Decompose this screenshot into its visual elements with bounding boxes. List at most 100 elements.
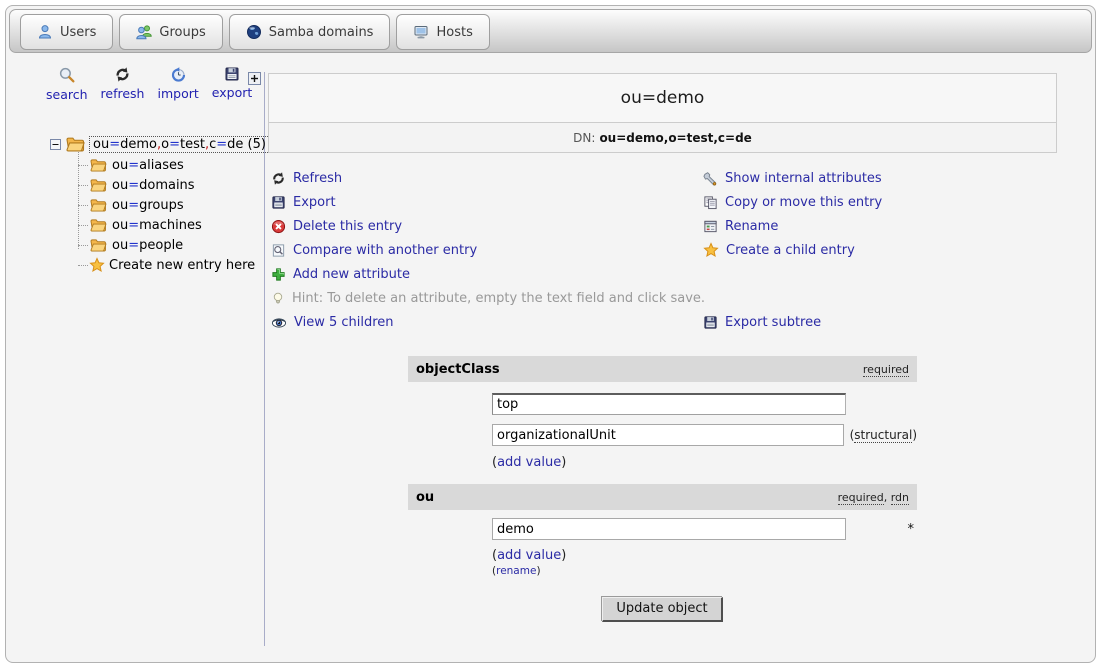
delete-entry-label: Delete this entry <box>293 219 402 234</box>
compare-icon <box>271 243 286 258</box>
rename-action[interactable]: Rename <box>703 219 1063 234</box>
search-tool[interactable]: search <box>46 66 88 102</box>
add-value-link[interactable]: add value <box>497 548 561 563</box>
attribute-flags: required <box>863 363 909 376</box>
entry-header: ou=demo DN: ou=demo,o=test,c=de <box>268 73 1057 153</box>
collapse-icon[interactable] <box>50 139 61 150</box>
attribute-name: objectClass <box>416 362 500 377</box>
copy-or-move-label: Copy or move this entry <box>725 195 882 210</box>
lightbulb-icon <box>271 291 285 306</box>
rename-action-label: Rename <box>725 219 778 234</box>
dn-value: ou=demo,o=test,c=de <box>599 131 751 145</box>
refresh-icon <box>114 66 131 83</box>
compare-action[interactable]: Compare with another entry <box>271 243 703 258</box>
group-icon <box>136 24 152 40</box>
star-icon <box>703 242 719 258</box>
create-child-label: Create a child entry <box>726 243 855 258</box>
refresh-tool[interactable]: refresh <box>101 66 145 102</box>
copy-icon <box>703 195 718 210</box>
tab-groups-label: Groups <box>159 25 205 40</box>
view-children-action[interactable]: View 5 children <box>271 315 703 330</box>
entry-title: ou=demo <box>269 74 1056 123</box>
export-tool[interactable]: export <box>212 66 253 102</box>
create-child-action[interactable]: Create a child entry <box>703 242 1063 258</box>
delete-icon <box>271 219 286 234</box>
show-internal-attributes-action[interactable]: Show internal attributes <box>703 171 1063 186</box>
folder-icon <box>89 178 107 192</box>
hint-row: Hint: To delete an attribute, empty the … <box>271 291 1063 306</box>
attribute-header-objectclass: objectClass required <box>408 356 917 382</box>
objectclass-value-input-1[interactable] <box>492 393 846 415</box>
floppy-icon <box>224 66 240 82</box>
rename-icon <box>703 219 718 234</box>
attribute-flags: required, rdn <box>838 491 909 504</box>
sidebar-toolbar: search refresh import export <box>46 66 252 102</box>
tree-item-label: ou=groups <box>112 198 184 213</box>
export-tool-label: export <box>212 85 253 100</box>
add-attribute-action[interactable]: Add new attribute <box>271 267 703 282</box>
ou-value-input[interactable] <box>492 518 846 540</box>
floppy-icon <box>703 315 718 330</box>
compare-action-label: Compare with another entry <box>293 243 477 258</box>
entry-dn-row: DN: ou=demo,o=test,c=de <box>269 123 1056 152</box>
export-subtree-action[interactable]: Export subtree <box>703 315 1063 330</box>
tab-strip: Users Groups Samba domains Hosts <box>9 9 1092 53</box>
refresh-action[interactable]: Refresh <box>271 171 703 186</box>
add-value-row: (add value) <box>408 455 917 470</box>
refresh-icon <box>271 171 286 186</box>
tree-item-machines[interactable]: ou=machines <box>50 215 270 235</box>
plus-icon <box>271 267 286 282</box>
rename-row: (rename) <box>408 565 917 577</box>
open-folder-icon[interactable] <box>65 136 85 152</box>
floppy-icon <box>271 195 286 210</box>
tree-item-create-new-entry[interactable]: Create new entry here <box>50 255 270 275</box>
dn-label: DN: <box>573 131 595 145</box>
tree-item-label: ou=people <box>112 238 183 253</box>
tab-groups[interactable]: Groups <box>119 14 222 50</box>
tab-bar: Users Groups Samba domains Hosts <box>20 14 490 50</box>
refresh-tool-label: refresh <box>101 86 145 101</box>
show-internal-attributes-label: Show internal attributes <box>725 171 882 186</box>
tab-samba-domains-label: Samba domains <box>269 25 374 40</box>
tab-samba-domains[interactable]: Samba domains <box>229 14 391 50</box>
tree-item-people[interactable]: ou=people <box>50 235 270 255</box>
update-object-button[interactable]: Update object <box>602 597 722 622</box>
tab-users[interactable]: Users <box>20 14 113 50</box>
attribute-value-row: * <box>408 518 917 540</box>
refresh-action-label: Refresh <box>293 171 342 186</box>
tree-item-aliases[interactable]: ou=aliases <box>50 155 270 175</box>
tree-item-label: ou=domains <box>112 178 195 193</box>
export-action[interactable]: Export <box>271 195 703 210</box>
tree-root-row: ou=demo,o=test,c=de (5) <box>50 133 270 155</box>
rename-link[interactable]: rename <box>496 565 536 577</box>
expand-tree-button[interactable] <box>248 70 261 83</box>
ldap-tree: ou=demo,o=test,c=de (5) ou=aliases ou=do… <box>50 133 270 275</box>
tree-item-groups[interactable]: ou=groups <box>50 195 270 215</box>
objectclass-value-input-2[interactable] <box>492 424 844 446</box>
globe-icon <box>246 24 262 40</box>
wrench-icon <box>703 171 718 186</box>
attribute-value-row: (structural) <box>408 424 917 446</box>
attribute-value-row <box>408 393 917 415</box>
phpldapadmin-window: Users Groups Samba domains Hosts search … <box>5 5 1096 663</box>
tree-root-entry[interactable]: ou=demo,o=test,c=de (5) <box>89 136 270 153</box>
view-children-label: View 5 children <box>294 315 394 330</box>
folder-icon <box>89 238 107 252</box>
required-asterisk: * <box>908 522 918 537</box>
delete-entry-action[interactable]: Delete this entry <box>271 219 703 234</box>
tree-children: ou=aliases ou=domains ou=groups ou=machi… <box>50 155 270 275</box>
tab-hosts[interactable]: Hosts <box>396 14 489 50</box>
import-icon <box>170 66 187 83</box>
add-attribute-label: Add new attribute <box>293 267 410 282</box>
tree-item-domains[interactable]: ou=domains <box>50 175 270 195</box>
attribute-name: ou <box>416 490 434 505</box>
attribute-header-ou: ou required, rdn <box>408 484 917 510</box>
tree-item-label: ou=aliases <box>112 158 184 173</box>
add-value-link[interactable]: add value <box>497 455 561 470</box>
update-button-row: Update object <box>408 597 917 622</box>
copy-or-move-action[interactable]: Copy or move this entry <box>703 195 1063 210</box>
entry-actions: Refresh Show internal attributes Export … <box>271 166 1063 334</box>
star-icon <box>89 257 105 273</box>
import-tool[interactable]: import <box>157 66 198 102</box>
eye-icon <box>271 315 287 330</box>
